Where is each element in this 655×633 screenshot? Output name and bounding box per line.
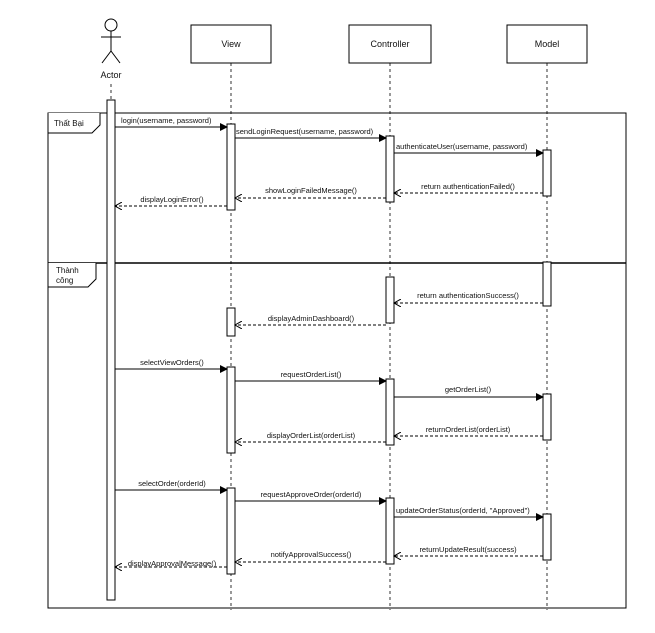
- activations: [106, 99, 552, 601]
- model-activation-1: [542, 149, 552, 197]
- view-activation-3: [226, 366, 236, 454]
- message-send-login-request: sendLoginRequest(username, password): [235, 127, 387, 142]
- model-participant: Model: [506, 24, 588, 64]
- controller-activation-1: [385, 135, 395, 203]
- message-send-login-request-label: sendLoginRequest(username, password): [236, 127, 374, 136]
- message-return-auth-failed: return authenticationFailed(): [394, 182, 543, 193]
- controller-activation-3: [385, 378, 395, 446]
- message-notify-approval-success: notifyApprovalSuccess(): [235, 550, 386, 562]
- fragment-success-label: Thành: [56, 266, 79, 275]
- controller-activation-4: [385, 497, 395, 565]
- message-select-view-orders-label: selectViewOrders(): [140, 358, 204, 367]
- message-select-view-orders: selectViewOrders(): [115, 358, 228, 373]
- message-get-order-list: getOrderList(): [394, 385, 544, 401]
- message-return-order-list-label: returnOrderList(orderList): [426, 425, 511, 434]
- view-label: View: [221, 39, 241, 49]
- actor-head-icon: [104, 18, 118, 32]
- message-display-order-list: displayOrderList(orderList): [235, 431, 386, 442]
- view-activation-4: [226, 487, 236, 575]
- view-activation-2: [226, 307, 236, 337]
- message-return-update-result: returnUpdateResult(success): [394, 545, 543, 556]
- message-login: login(username, password): [115, 116, 228, 131]
- actor-activation: [106, 99, 116, 601]
- fragment-success-label-2: công: [56, 276, 73, 285]
- message-show-login-failed-label: showLoginFailedMessage(): [265, 186, 357, 195]
- message-return-auth-success: return authenticationSuccess(): [394, 291, 543, 303]
- sequence-diagram: Actor View Controller Model Thất Bại Thà…: [47, 18, 627, 610]
- message-notify-approval-success-label: notifyApprovalSuccess(): [271, 550, 352, 559]
- message-display-admin-dashboard-label: displayAdminDashboard(): [268, 314, 355, 323]
- message-request-order-list-label: requestOrderList(): [281, 370, 342, 379]
- message-display-approval-message: displayApprovalMessage(): [115, 559, 227, 568]
- message-display-order-list-label: displayOrderList(orderList): [267, 431, 356, 440]
- message-display-login-error: displayLoginError(): [115, 195, 227, 206]
- message-display-admin-dashboard: displayAdminDashboard(): [235, 314, 386, 325]
- actor-label: Actor: [100, 70, 121, 80]
- message-display-login-error-label: displayLoginError(): [140, 195, 204, 204]
- message-request-order-list: requestOrderList(): [235, 370, 387, 385]
- message-authenticate-user: authenticateUser(username, password): [394, 142, 544, 157]
- message-update-order-status: updateOrderStatus(orderId, "Approved"): [394, 506, 544, 521]
- message-return-order-list: returnOrderList(orderList): [394, 425, 543, 436]
- message-return-update-result-label: returnUpdateResult(success): [419, 545, 517, 554]
- message-request-approve-order-label: requestApproveOrder(orderId): [261, 490, 362, 499]
- controller-participant: Controller: [348, 24, 432, 64]
- message-return-auth-success-label: return authenticationSuccess(): [417, 291, 519, 300]
- view-participant: View: [190, 24, 272, 64]
- model-label: Model: [535, 39, 560, 49]
- message-return-auth-failed-label: return authenticationFailed(): [421, 182, 515, 191]
- model-activation-3: [542, 393, 552, 441]
- model-activation-4: [542, 513, 552, 561]
- message-display-approval-message-label: displayApprovalMessage(): [128, 559, 217, 568]
- message-show-login-failed: showLoginFailedMessage(): [235, 186, 386, 198]
- view-activation-1: [226, 123, 236, 211]
- message-select-order-label: selectOrder(orderId): [138, 479, 206, 488]
- message-update-order-status-label: updateOrderStatus(orderId, "Approved"): [396, 506, 530, 515]
- fragment-failure-label: Thất Bại: [54, 119, 84, 128]
- message-authenticate-user-label: authenticateUser(username, password): [396, 142, 528, 151]
- model-activation-2: [542, 261, 552, 307]
- controller-activation-2: [385, 276, 395, 324]
- message-login-label: login(username, password): [121, 116, 212, 125]
- actor-participant: Actor: [100, 18, 122, 80]
- controller-label: Controller: [370, 39, 409, 49]
- message-request-approve-order: requestApproveOrder(orderId): [235, 490, 387, 505]
- message-get-order-list-label: getOrderList(): [445, 385, 492, 394]
- message-select-order: selectOrder(orderId): [115, 479, 228, 494]
